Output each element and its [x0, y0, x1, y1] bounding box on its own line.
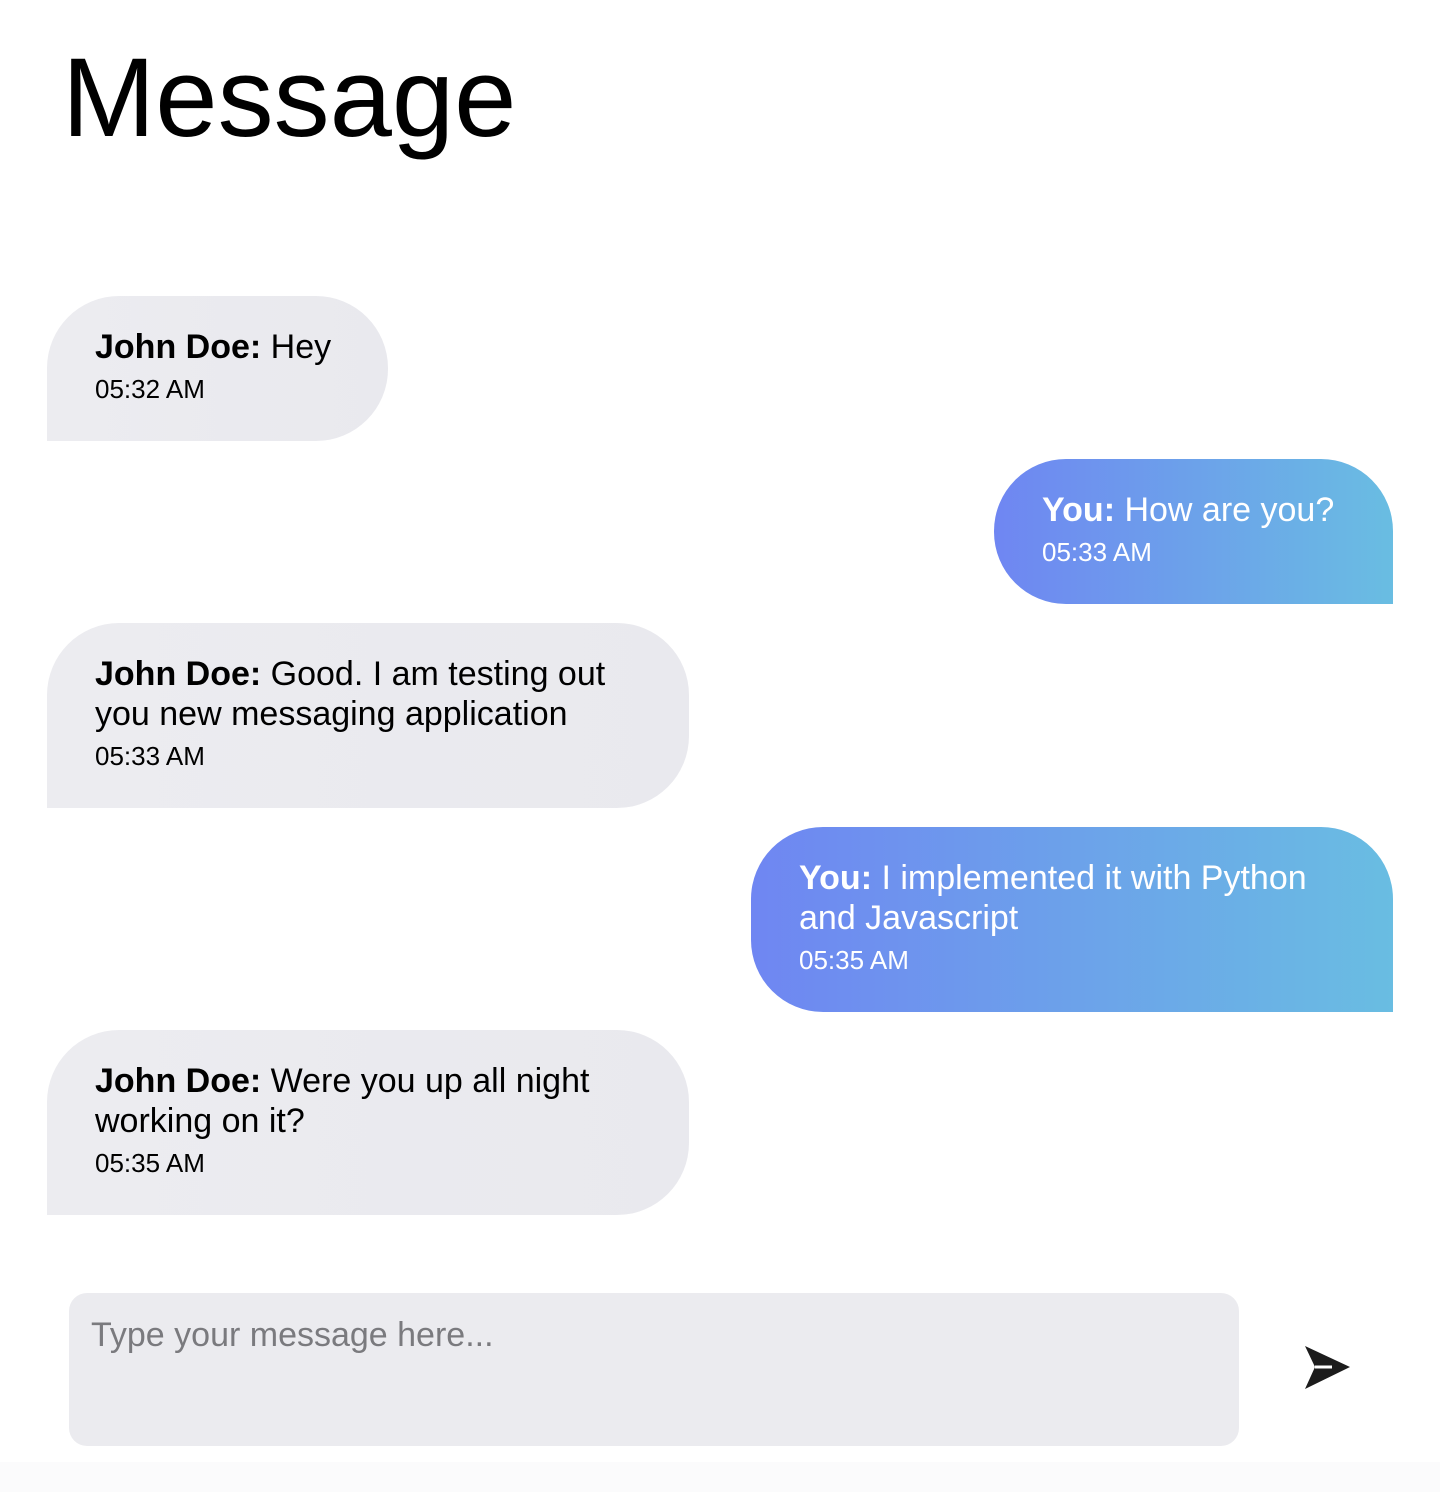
message-sender: John Doe:: [95, 1062, 262, 1100]
message-timestamp: 05:32 AM: [95, 374, 205, 404]
message-sender: You:: [1042, 491, 1116, 529]
page-title: Message: [62, 35, 517, 160]
message-sender: John Doe:: [95, 328, 262, 366]
message-timestamp: 05:35 AM: [95, 1148, 205, 1178]
send-icon: [1305, 1346, 1350, 1389]
message-timestamp: 05:35 AM: [799, 945, 909, 975]
message-timestamp: 05:33 AM: [1042, 537, 1152, 567]
message-text: Hey: [261, 328, 332, 366]
message-timestamp: 05:33 AM: [95, 741, 205, 771]
message-bubble-incoming: John Doe: Were you up all night working …: [47, 1030, 689, 1215]
message-text: How are you?: [1115, 491, 1335, 529]
message-sender: You:: [799, 859, 873, 897]
message-bubble-outgoing: You: I implemented it with Python and Ja…: [751, 827, 1393, 1012]
message-input[interactable]: [69, 1293, 1239, 1446]
message-sender: John Doe:: [95, 655, 262, 693]
send-button[interactable]: [1296, 1338, 1356, 1398]
footer-strip: [0, 1462, 1440, 1492]
message-bubble-incoming: John Doe: Good. I am testing out you new…: [47, 623, 689, 808]
message-text: I implemented it with Python and Javascr…: [799, 859, 1307, 937]
message-bubble-outgoing: You: How are you? 05:33 AM: [994, 459, 1393, 604]
message-bubble-incoming: John Doe: Hey 05:32 AM: [47, 296, 388, 441]
